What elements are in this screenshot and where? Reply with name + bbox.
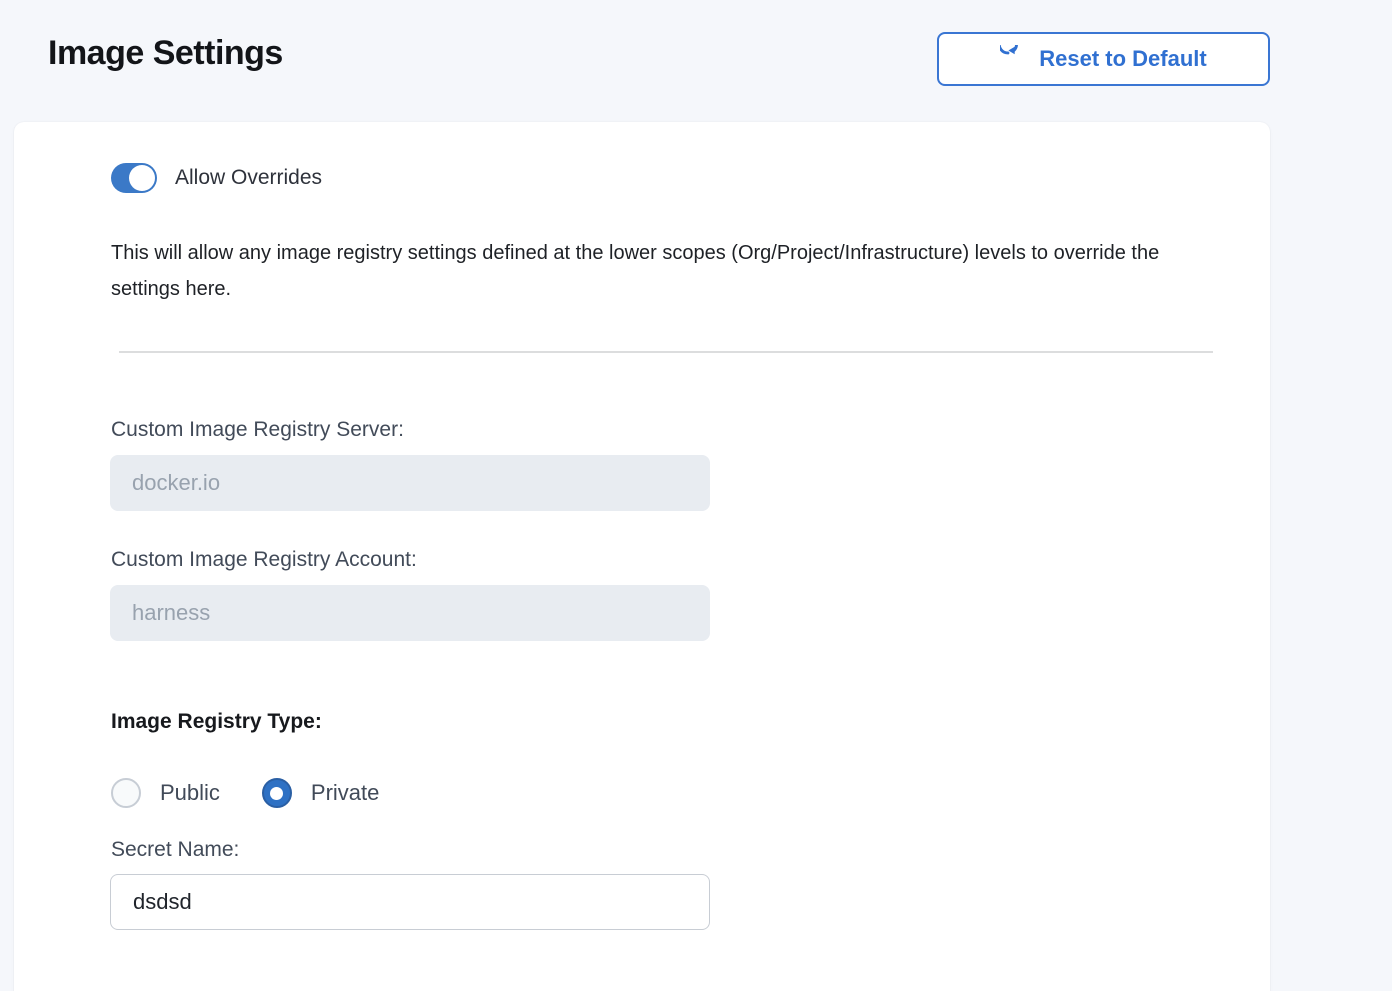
radio-selected-icon	[262, 778, 292, 808]
page-title: Image Settings	[48, 34, 283, 73]
registry-server-input[interactable]	[110, 455, 710, 511]
radio-unselected-icon	[111, 778, 141, 808]
registry-account-label: Custom Image Registry Account:	[111, 548, 417, 572]
registry-server-label: Custom Image Registry Server:	[111, 418, 404, 442]
radio-public-label: Public	[160, 780, 220, 806]
reset-button-label: Reset to Default	[1039, 46, 1206, 72]
section-divider	[119, 351, 1213, 353]
overrides-description-text: This will allow any image registry setti…	[111, 235, 1231, 307]
image-settings-card: Allow Overrides This will allow any imag…	[14, 122, 1270, 991]
registry-type-radio-group: Public Private	[111, 778, 379, 808]
allow-overrides-label: Allow Overrides	[175, 166, 322, 190]
reset-counterclockwise-icon	[1000, 45, 1028, 73]
reset-to-default-button[interactable]: Reset to Default	[937, 32, 1270, 86]
secret-name-input[interactable]	[110, 874, 710, 930]
radio-private-label: Private	[311, 780, 379, 806]
allow-overrides-toggle[interactable]	[111, 163, 157, 193]
radio-option-public[interactable]: Public	[111, 778, 220, 808]
registry-type-label: Image Registry Type:	[111, 710, 322, 734]
toggle-knob	[129, 165, 155, 191]
allow-overrides-row: Allow Overrides	[111, 163, 322, 193]
registry-account-input[interactable]	[110, 585, 710, 641]
secret-name-label: Secret Name:	[111, 838, 239, 862]
radio-option-private[interactable]: Private	[262, 778, 379, 808]
